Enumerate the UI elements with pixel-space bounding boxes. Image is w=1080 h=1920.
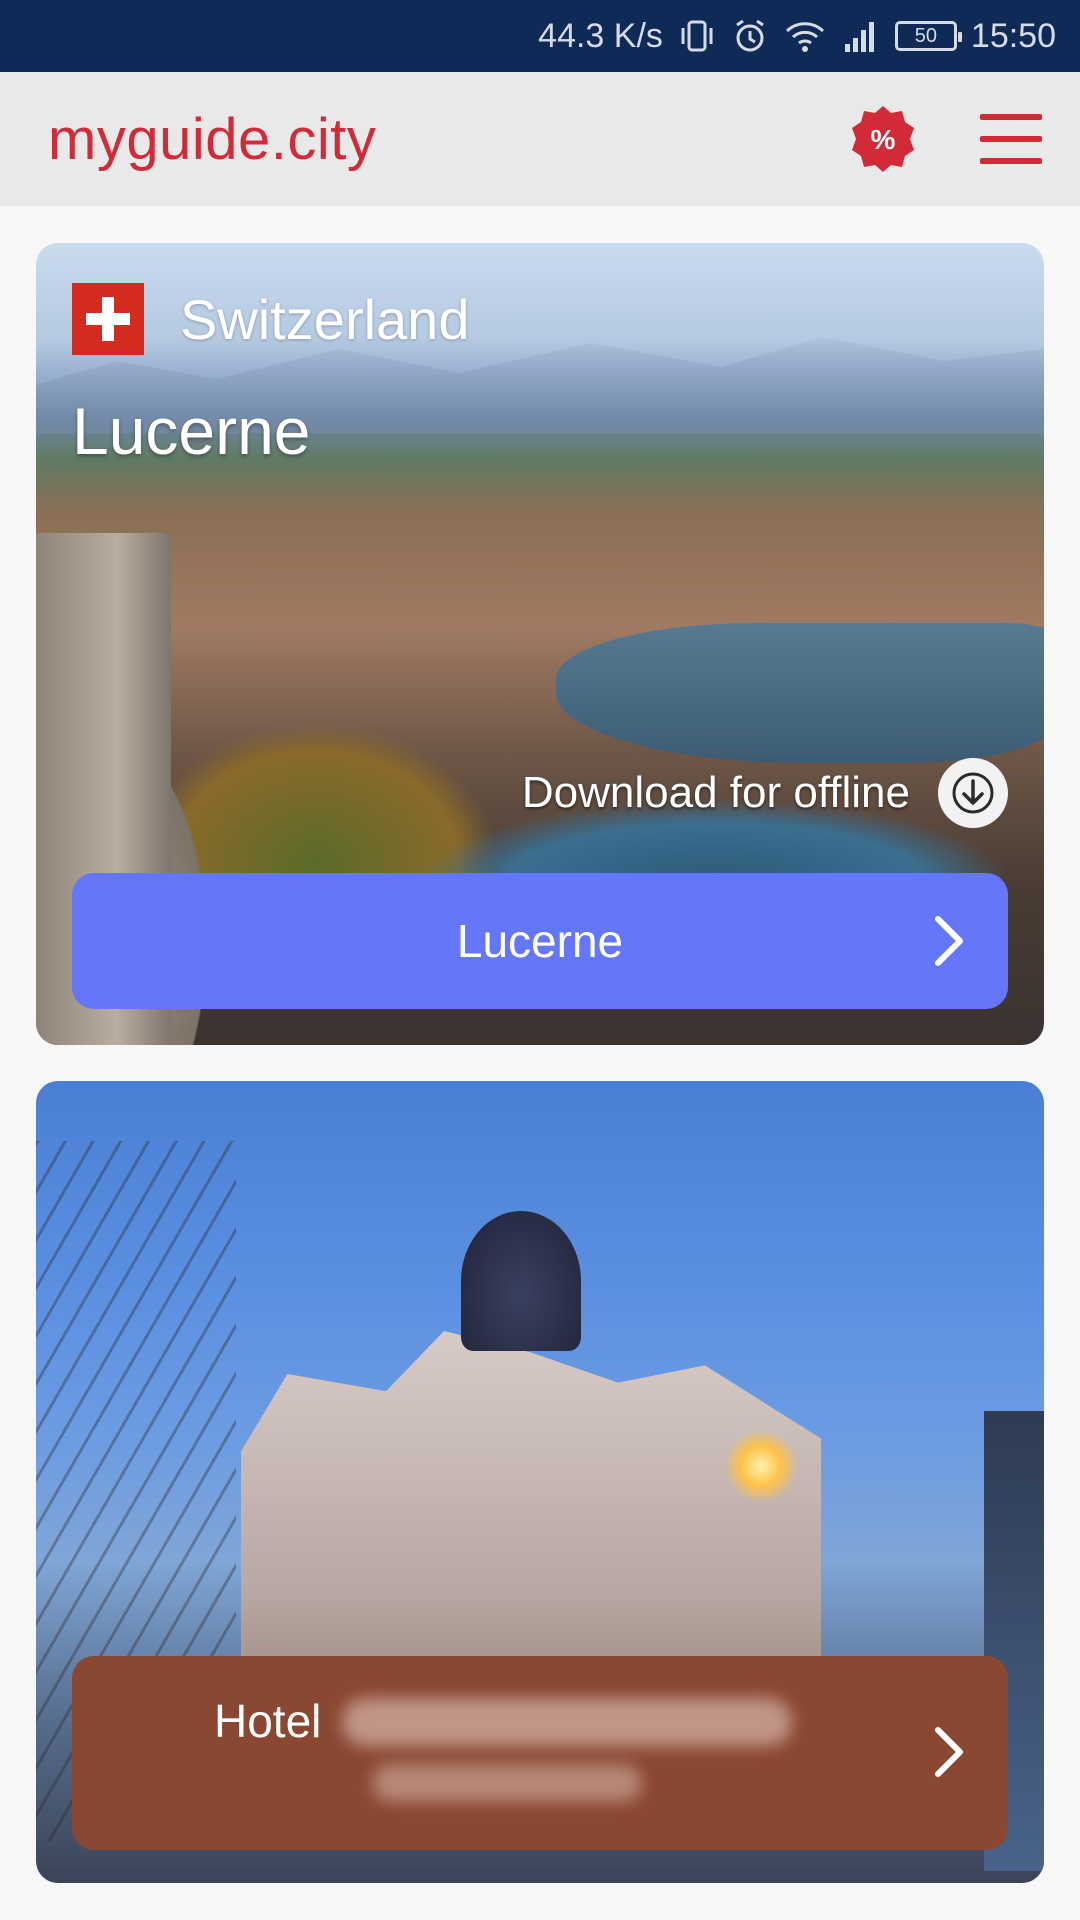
chevron-right-icon	[935, 916, 963, 966]
signal-icon	[841, 18, 881, 54]
menu-line	[980, 114, 1042, 120]
chevron-right-icon	[935, 1727, 963, 1777]
wifi-icon	[783, 17, 827, 55]
app-header: myguide.city %	[0, 72, 1080, 206]
menu-line	[980, 158, 1042, 164]
country-row: Switzerland	[72, 283, 469, 355]
discount-badge-icon[interactable]: %	[848, 104, 918, 174]
swiss-flag-icon	[72, 283, 144, 355]
hotel-dome	[461, 1211, 581, 1351]
vibrate-icon	[677, 16, 717, 56]
menu-line	[980, 136, 1042, 142]
open-city-label: Lucerne	[456, 915, 624, 967]
open-city-button[interactable]: Lucerne	[72, 873, 1008, 1009]
hotel-label: Hotel	[214, 1695, 322, 1747]
country-name: Switzerland	[180, 287, 470, 351]
promo-symbol: %	[871, 124, 896, 155]
redacted-hotel-subtitle	[372, 1764, 642, 1802]
download-icon[interactable]	[938, 758, 1008, 828]
download-label: Download for offline	[521, 768, 910, 817]
street-light	[726, 1431, 796, 1501]
hamburger-menu-icon[interactable]	[980, 108, 1042, 170]
battery-level: 50	[914, 24, 938, 47]
brand-logo[interactable]: myguide.city	[48, 106, 848, 173]
open-hotel-button[interactable]: Hotel	[72, 1656, 1008, 1850]
hotel-card[interactable]: Hotel	[36, 1081, 1044, 1883]
city-title: Lucerne	[72, 394, 311, 468]
clock: 15:50	[970, 16, 1056, 55]
river	[556, 623, 1044, 763]
alarm-icon	[731, 17, 769, 55]
status-bar: 44.3 K/s 50 15:50	[0, 0, 1080, 72]
city-card[interactable]: Switzerland Lucerne Download for offline…	[36, 243, 1044, 1045]
network-speed: 44.3 K/s	[538, 16, 663, 55]
battery-icon: 50	[894, 21, 962, 51]
redacted-hotel-name	[342, 1698, 792, 1746]
download-offline-button[interactable]: Download for offline	[522, 758, 1008, 828]
